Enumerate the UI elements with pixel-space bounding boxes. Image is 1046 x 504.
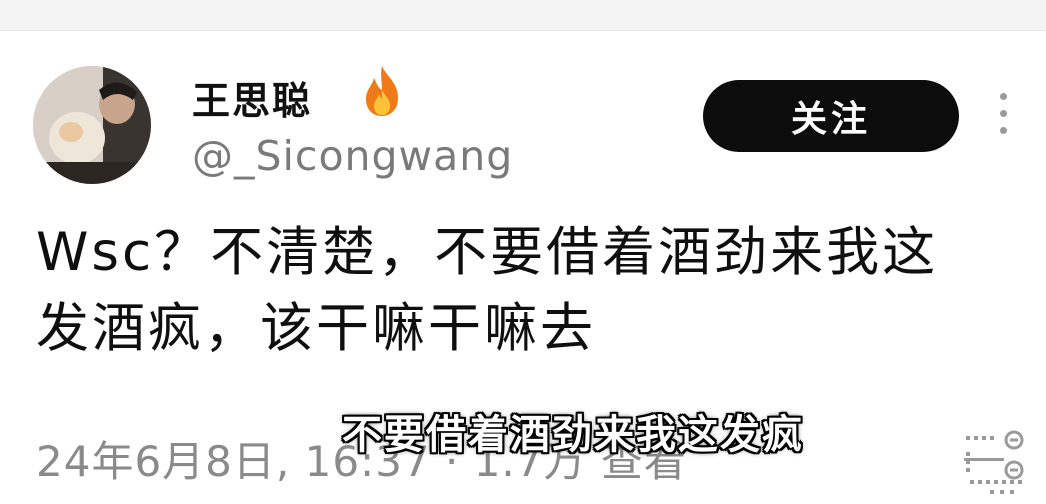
fire-icon bbox=[360, 64, 404, 118]
video-caption: 不要借着酒劲来我这发疯 bbox=[342, 412, 804, 458]
display-name[interactable]: 王思聪 bbox=[192, 70, 312, 125]
translate-icon[interactable] bbox=[960, 430, 1032, 500]
top-divider bbox=[0, 0, 1046, 31]
more-vertical-icon[interactable] bbox=[1000, 93, 1010, 139]
tweet-text-line-2: 发酒疯，该干嘛干嘛去 bbox=[36, 298, 596, 359]
tweet-text-line-1: Wsc？不清楚，不要借着酒劲来我这 bbox=[36, 222, 939, 283]
follow-button[interactable]: 关注 bbox=[703, 80, 959, 152]
tweet-text: Wsc？不清楚，不要借着酒劲来我这 发酒疯，该干嘛干嘛去 bbox=[36, 215, 1026, 367]
tweet-date: 24年6月8日, bbox=[36, 437, 305, 486]
user-handle[interactable]: @_Sicongwang bbox=[192, 132, 513, 180]
avatar-image bbox=[33, 66, 151, 184]
avatar[interactable] bbox=[33, 66, 151, 184]
